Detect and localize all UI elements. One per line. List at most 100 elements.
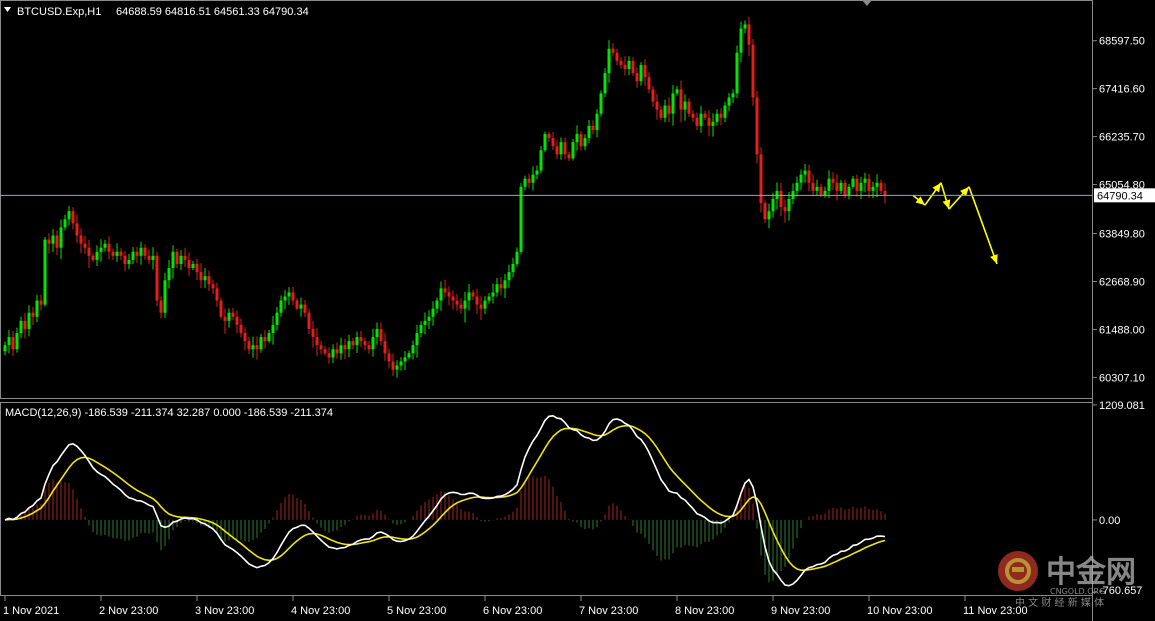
candle — [751, 38, 755, 106]
candle-body — [11, 337, 15, 350]
y-tick-label: 61488.00 — [1099, 324, 1145, 336]
candle-body — [587, 125, 591, 139]
candle-body — [443, 288, 447, 293]
candle-body — [719, 113, 723, 118]
candle-body — [755, 97, 759, 155]
candle-body — [767, 211, 771, 220]
candle-body — [627, 60, 631, 70]
candle-body — [159, 300, 163, 313]
candle-body — [795, 182, 799, 191]
candle-body — [171, 251, 175, 269]
candle-body — [823, 190, 827, 195]
candle-body — [515, 251, 519, 264]
candle-body — [371, 337, 375, 350]
candle-body — [855, 178, 859, 191]
candle-body — [735, 52, 739, 94]
candle-body — [671, 93, 675, 114]
candle-body — [763, 203, 767, 220]
candle-body — [879, 182, 883, 191]
candle-body — [35, 300, 39, 317]
y-tick-label: 65054.80 — [1099, 180, 1145, 192]
candle-body — [131, 251, 135, 260]
candle-body — [807, 170, 811, 183]
candle-body — [187, 259, 191, 269]
candle — [759, 147, 763, 213]
candle-body — [343, 345, 347, 350]
candle-body — [839, 182, 843, 191]
candle-body — [835, 182, 839, 191]
candle-body — [827, 178, 831, 191]
candle-body — [563, 142, 567, 155]
candle-body — [135, 251, 139, 256]
candle-body — [487, 296, 491, 301]
ohlc-label: 64688.59 64816.51 64561.33 64790.34 — [116, 6, 309, 18]
candle — [599, 90, 603, 117]
candle-body — [231, 312, 235, 317]
candle-body — [63, 219, 67, 228]
candle-body — [679, 89, 683, 110]
candle-body — [311, 328, 315, 338]
candle-body — [731, 93, 735, 98]
candle-body — [27, 312, 31, 329]
candle-body — [107, 243, 111, 252]
candle-body — [215, 288, 219, 301]
chart-header: BTCUSD.Exp,H1 64688.59 64816.51 64561.33… — [4, 6, 309, 18]
candle-body — [151, 255, 155, 260]
x-tick-label: 4 Nov 23:00 — [291, 605, 350, 617]
candle-body — [547, 134, 551, 139]
candle-body — [207, 276, 211, 285]
candle-body — [275, 312, 279, 325]
candle-body — [95, 251, 99, 260]
candle-body — [507, 272, 511, 281]
x-tick-label: 7 Nov 23:00 — [579, 605, 638, 617]
candle-body — [295, 300, 299, 309]
candle-body — [595, 113, 599, 130]
candle-body — [623, 64, 627, 70]
candle-body — [251, 345, 255, 350]
candle-body — [415, 333, 419, 346]
candle-body — [727, 97, 731, 106]
candle-body — [811, 182, 815, 191]
candle-body — [883, 190, 887, 195]
candle-body — [391, 361, 395, 370]
candle-body — [199, 272, 203, 281]
candle-body — [331, 349, 335, 358]
candle-body — [863, 178, 867, 183]
candle-body — [851, 178, 855, 187]
candle-body — [79, 235, 83, 244]
candle-body — [351, 341, 355, 346]
candle-body — [867, 178, 871, 191]
candle-body — [315, 337, 319, 346]
candle-body — [859, 182, 863, 191]
candle-body — [227, 312, 231, 321]
candle-body — [499, 284, 503, 289]
candle-body — [143, 247, 147, 256]
candle-body — [175, 251, 179, 264]
y-tick-label: 67416.60 — [1099, 84, 1145, 96]
candle-body — [59, 227, 63, 248]
candle — [219, 297, 223, 320]
candle — [755, 90, 759, 164]
x-tick-label: 6 Nov 23:00 — [483, 605, 542, 617]
candle-body — [243, 333, 247, 342]
candle-body — [715, 113, 719, 122]
candle-body — [615, 52, 619, 61]
candle-body — [115, 251, 119, 256]
candle-body — [403, 357, 407, 362]
candle-body — [607, 48, 611, 74]
candle-body — [383, 341, 387, 354]
candle-body — [439, 288, 443, 301]
candle-body — [527, 178, 531, 183]
candle-body — [103, 243, 107, 248]
price-chart[interactable]: 64790.34 68597.50 67416.60 66235.70 65054.8… — [0, 0, 1155, 621]
candle-body — [675, 89, 679, 94]
candle-body — [743, 24, 747, 29]
candle-body — [639, 64, 643, 82]
candle-body — [571, 142, 575, 159]
candle-body — [707, 117, 711, 126]
candle-body — [643, 64, 647, 78]
candle-body — [683, 101, 687, 110]
candle-body — [47, 239, 51, 244]
candle-body — [503, 280, 507, 289]
candle-body — [523, 178, 527, 187]
